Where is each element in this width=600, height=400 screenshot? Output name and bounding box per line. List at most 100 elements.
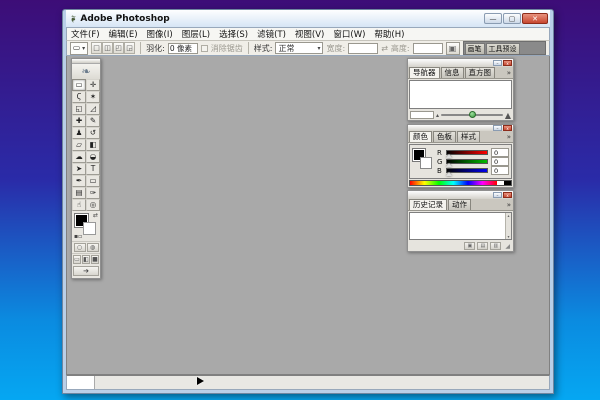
tab-history[interactable]: 历史记录 (409, 199, 447, 210)
swap-colors-icon[interactable]: ⇄ (93, 212, 98, 219)
intersect-selection-button[interactable]: ◲ (124, 42, 135, 54)
magic-wand-tool[interactable]: ✶ (86, 91, 100, 103)
default-colors-icon[interactable]: ▪▫ (74, 233, 82, 240)
red-channel-value[interactable]: 0 (491, 148, 509, 157)
zoom-out-icon[interactable]: ▴ (436, 112, 439, 119)
eyedropper-tool[interactable]: ✑ (86, 187, 100, 199)
move-tool[interactable]: ✛ (86, 79, 100, 91)
menu-filter[interactable]: 滤镜(T) (257, 28, 286, 40)
panel-menu-icon[interactable]: » (507, 69, 511, 77)
resize-grip-icon[interactable]: ◢ (505, 243, 510, 250)
palette-minimize-button[interactable]: – (493, 60, 502, 66)
palette-close-button[interactable]: x (503, 60, 512, 66)
width-input[interactable] (348, 43, 378, 54)
menu-layer[interactable]: 图层(L) (182, 28, 210, 40)
path-selection-tool[interactable]: ➤ (72, 163, 86, 175)
style-select[interactable]: 正常 ▾ (275, 42, 323, 54)
rgb-channels: R 0 G 0 B 0 (437, 147, 509, 176)
tab-navigator[interactable]: 导航器 (409, 67, 440, 78)
history-palette-titlebar[interactable]: – x (408, 191, 513, 199)
white-swatch[interactable] (497, 181, 504, 185)
blur-tool[interactable]: ☁ (72, 151, 86, 163)
notes-tool[interactable]: ▤ (72, 187, 86, 199)
menu-view[interactable]: 视图(V) (295, 28, 324, 40)
well-tab-tool-presets[interactable]: 工具预设 (486, 43, 520, 54)
jump-to-imageready-button[interactable]: ➔ (73, 266, 99, 276)
subtract-selection-button[interactable]: ◰ (113, 42, 124, 54)
clone-stamp-tool[interactable]: ♟ (72, 127, 86, 139)
quick-mask-mode-button[interactable]: ◍ (87, 243, 99, 252)
menu-file[interactable]: 文件(F) (71, 28, 100, 40)
tab-color[interactable]: 颜色 (409, 131, 432, 142)
feather-input[interactable] (168, 43, 198, 54)
history-brush-tool[interactable]: ↺ (86, 127, 100, 139)
menu-help[interactable]: 帮助(H) (374, 28, 404, 40)
green-channel-value[interactable]: 0 (491, 157, 509, 166)
zoom-in-icon[interactable]: ▲ (505, 111, 511, 120)
palette-close-button[interactable]: x (503, 192, 512, 198)
menu-window[interactable]: 窗口(W) (333, 28, 365, 40)
crop-tool[interactable]: ◱ (72, 103, 86, 115)
standard-mode-button[interactable]: ○ (74, 243, 86, 252)
history-scrollbar[interactable]: ▴ ▾ (505, 213, 511, 239)
slice-tool[interactable]: ◿ (86, 103, 100, 115)
zoom-percentage-box[interactable] (67, 376, 95, 389)
fullscreen-menubar-button[interactable]: ◧ (82, 255, 90, 264)
scroll-down-icon[interactable]: ▾ (507, 234, 509, 239)
file-browser-icon[interactable]: ▣ (446, 42, 460, 55)
navigator-zoom-input[interactable] (410, 111, 434, 119)
add-selection-button[interactable]: ◫ (102, 42, 113, 54)
fullscreen-button[interactable]: ■ (91, 255, 99, 264)
new-selection-button[interactable]: □ (91, 42, 102, 54)
title-bar[interactable]: ❧ Adobe Photoshop — ▢ ✕ (66, 10, 550, 27)
panel-menu-icon[interactable]: » (507, 133, 511, 141)
zoom-slider-thumb[interactable] (469, 111, 476, 118)
hand-tool[interactable]: ☝ (72, 199, 86, 211)
delete-state-button[interactable]: ▥ (490, 242, 501, 250)
red-channel-slider[interactable] (446, 150, 488, 155)
blue-channel-value[interactable]: 0 (491, 166, 509, 175)
well-tab-brushes[interactable]: 画笔 (465, 43, 485, 54)
standard-screen-button[interactable]: ▭ (73, 255, 81, 264)
black-swatch[interactable] (504, 181, 511, 185)
blue-channel-slider[interactable] (446, 168, 488, 173)
height-input[interactable] (413, 43, 443, 54)
zoom-slider[interactable] (441, 114, 503, 116)
spectrum-ramp[interactable] (410, 181, 497, 185)
color-spectrum-bar[interactable] (409, 180, 512, 186)
background-color-swatch[interactable] (420, 157, 432, 169)
panel-menu-icon[interactable]: » (507, 201, 511, 209)
menu-select[interactable]: 选择(S) (219, 28, 248, 40)
shape-tool[interactable]: ▭ (86, 175, 100, 187)
gradient-tool[interactable]: ◧ (86, 139, 100, 151)
close-button[interactable]: ✕ (522, 13, 548, 24)
green-channel-slider[interactable] (446, 159, 488, 164)
brush-tool[interactable]: ✎ (86, 115, 100, 127)
navigator-palette-titlebar[interactable]: – x (408, 59, 513, 67)
maximize-button[interactable]: ▢ (503, 13, 521, 24)
background-color-swatch[interactable] (83, 222, 96, 235)
menu-edit[interactable]: 编辑(E) (109, 28, 138, 40)
lasso-tool[interactable]: Ϛ (72, 91, 86, 103)
tab-actions[interactable]: 动作 (448, 199, 471, 210)
type-tool[interactable]: T (86, 163, 100, 175)
tab-info[interactable]: 信息 (441, 67, 464, 78)
dodge-tool[interactable]: ◒ (86, 151, 100, 163)
eraser-tool[interactable]: ▱ (72, 139, 86, 151)
zoom-tool[interactable]: ◎ (86, 199, 100, 211)
antialias-checkbox[interactable] (201, 45, 208, 52)
tab-swatches[interactable]: 色板 (433, 131, 456, 142)
new-document-from-state-button[interactable]: ▣ (464, 242, 475, 250)
menu-image[interactable]: 图像(I) (147, 28, 173, 40)
healing-brush-tool[interactable]: ✚ (72, 115, 86, 127)
pen-tool[interactable]: ✒ (72, 175, 86, 187)
scroll-up-icon[interactable]: ▴ (507, 213, 509, 218)
minimize-button[interactable]: — (484, 13, 502, 24)
current-tool-button[interactable]: ▭ ▾ (70, 42, 88, 55)
rectangular-marquee-tool[interactable]: ▭ (72, 79, 86, 91)
swap-dimensions-icon[interactable]: ⇄ (381, 44, 388, 53)
tab-styles[interactable]: 样式 (457, 131, 480, 142)
palette-minimize-button[interactable]: – (493, 192, 502, 198)
tab-histogram[interactable]: 直方图 (465, 67, 496, 78)
new-snapshot-button[interactable]: ▤ (477, 242, 488, 250)
